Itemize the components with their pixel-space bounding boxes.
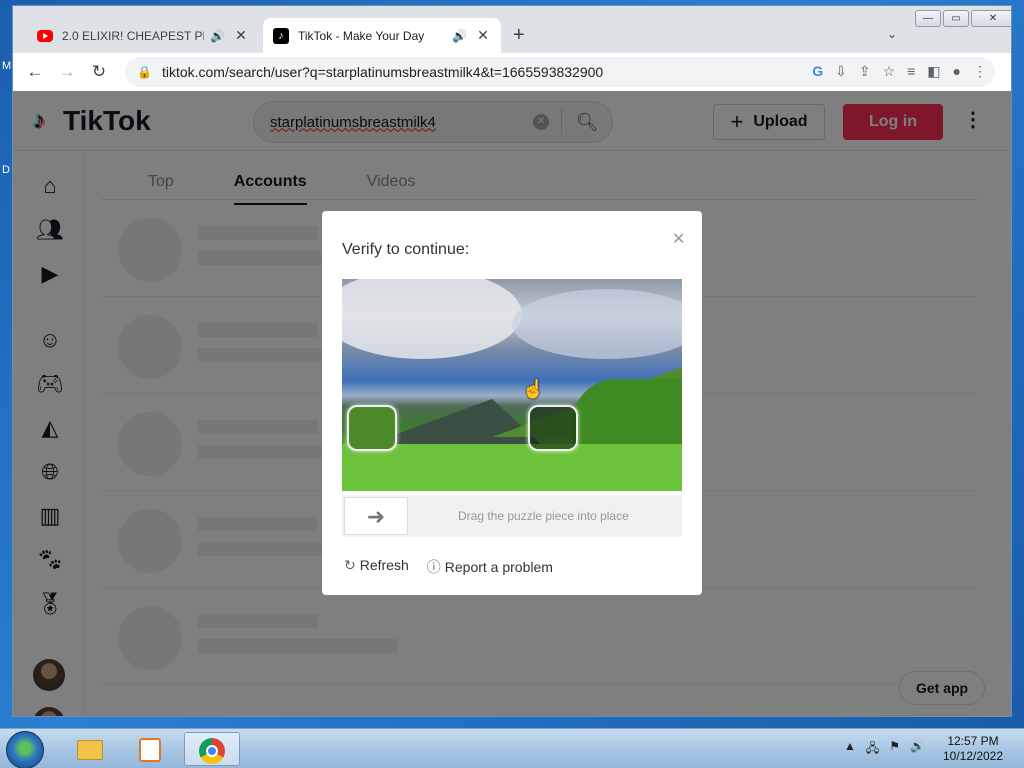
- chrome-logo-icon: [199, 737, 225, 764]
- media-player-icon[interactable]: [122, 732, 178, 766]
- network-icon[interactable]: 🖧: [866, 739, 879, 760]
- captcha-modal: ✕ Verify to continue: ☝ ➜ Drag the puzzl…: [322, 211, 702, 595]
- tab-strip: 2.0 ELIXIR! CHEAPEST PEKKA 🔊 ✕ ♪ TikTok …: [13, 6, 1011, 53]
- puzzle-gap: [528, 405, 578, 451]
- close-icon[interactable]: ✕: [672, 229, 685, 249]
- tab-youtube[interactable]: 2.0 ELIXIR! CHEAPEST PEKKA 🔊 ✕: [27, 18, 259, 53]
- share-icon[interactable]: ⇪: [859, 63, 871, 80]
- tiktok-page: ♪ TikTok starplatinumsbreastmilk4 ✕ 🔍︎ +…: [13, 91, 1011, 716]
- side-panel-icon[interactable]: ◧: [927, 63, 940, 80]
- browser-toolbar: ← → ↻ 🔒 tiktok.com/search/user?q=starpla…: [13, 53, 1011, 91]
- minimize-button[interactable]: —: [915, 10, 941, 27]
- tab-title: TikTok - Make Your Day: [298, 28, 425, 43]
- desktop-icon-label-m: M: [2, 60, 12, 72]
- google-lens-icon[interactable]: G: [812, 63, 823, 80]
- back-icon[interactable]: ←: [19, 62, 51, 82]
- tab-title: 2.0 ELIXIR! CHEAPEST PEKKA: [62, 28, 204, 43]
- refresh-label: Refresh: [359, 557, 409, 573]
- menu-icon[interactable]: ⋮: [973, 63, 987, 80]
- lock-icon[interactable]: 🔒: [137, 65, 152, 79]
- forward-icon[interactable]: →: [51, 62, 83, 82]
- captcha-slider: ➜ Drag the puzzle piece into place: [342, 495, 682, 537]
- explorer-icon[interactable]: [62, 732, 118, 766]
- address-bar-actions: G ⇩ ⇪ ☆ ≡ ◧ ● ⋮: [812, 63, 987, 80]
- info-icon: ⓘ: [426, 559, 441, 575]
- clock[interactable]: 12:57 PM 10/12/2022: [938, 734, 1008, 764]
- close-tab-icon[interactable]: ✕: [233, 27, 249, 44]
- profile-icon[interactable]: ●: [953, 63, 961, 80]
- cloud-shape: [512, 289, 682, 359]
- browser-window: 2.0 ELIXIR! CHEAPEST PEKKA 🔊 ✕ ♪ TikTok …: [12, 5, 1012, 717]
- show-hidden-icons-icon[interactable]: ▲: [844, 739, 856, 760]
- slider-hint: Drag the puzzle piece into place: [458, 509, 629, 523]
- desktop-icon-label-d: D: [2, 164, 10, 176]
- tiktok-icon: ♪: [273, 27, 289, 44]
- reload-icon[interactable]: ↻: [83, 62, 115, 82]
- install-icon[interactable]: ⇩: [835, 63, 847, 80]
- folder-icon: [77, 739, 103, 760]
- volume-icon[interactable]: 🔊: [910, 739, 925, 760]
- refresh-icon: ↻: [344, 557, 356, 573]
- bookmark-star-icon[interactable]: ☆: [883, 63, 896, 80]
- captcha-image: ☝: [342, 279, 682, 491]
- clock-date: 10/12/2022: [942, 749, 1004, 763]
- maximize-button[interactable]: ▭: [943, 10, 969, 27]
- puzzle-piece[interactable]: [347, 405, 397, 451]
- chrome-icon[interactable]: [184, 732, 240, 766]
- start-button[interactable]: [6, 731, 44, 768]
- new-tab-icon[interactable]: +: [513, 24, 525, 47]
- captcha-title: Verify to continue:: [342, 241, 470, 258]
- speaker-icon[interactable]: 🔊: [210, 29, 225, 43]
- tab-tiktok[interactable]: ♪ TikTok - Make Your Day 🔊 ✕: [263, 18, 501, 53]
- arrow-right-icon: ➜: [366, 504, 386, 529]
- action-center-icon[interactable]: ⚑: [889, 739, 900, 760]
- captcha-footer: ↻ Refresh ⓘ Report a problem: [344, 557, 553, 577]
- chevron-down-icon[interactable]: ⌄: [887, 27, 897, 41]
- slider-handle[interactable]: ➜: [344, 497, 408, 535]
- grass-shape: [342, 444, 682, 491]
- window-controls: — ▭ ✕: [915, 10, 1011, 27]
- close-tab-icon[interactable]: ✕: [475, 27, 491, 44]
- address-bar[interactable]: 🔒 tiktok.com/search/user?q=starplatinums…: [125, 57, 995, 87]
- media-icon: [139, 737, 161, 762]
- report-label: Report a problem: [444, 559, 553, 575]
- report-problem-button[interactable]: ⓘ Report a problem: [427, 557, 553, 577]
- speaker-icon[interactable]: 🔊: [452, 29, 467, 43]
- clock-time: 12:57 PM: [947, 734, 999, 748]
- youtube-icon: [37, 29, 53, 42]
- system-tray: ▲ 🖧 ⚑ 🔊: [844, 739, 925, 760]
- refresh-button[interactable]: ↻ Refresh: [344, 557, 409, 577]
- reading-list-icon[interactable]: ≡: [907, 63, 915, 80]
- close-window-button[interactable]: ✕: [971, 10, 1011, 27]
- taskbar: ▲ 🖧 ⚑ 🔊 12:57 PM 10/12/2022: [0, 728, 1024, 768]
- hand-cursor-icon: ☝: [522, 379, 545, 399]
- cloud-shape: [342, 279, 522, 359]
